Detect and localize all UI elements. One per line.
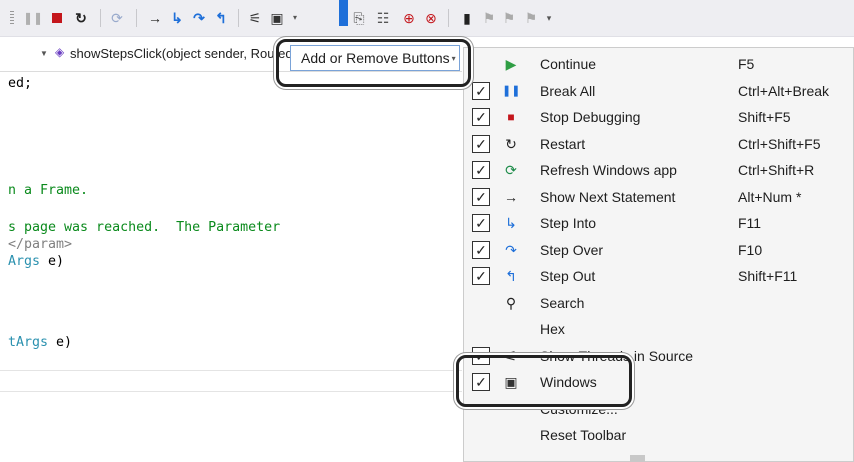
menu-item-label: Step Into (540, 215, 597, 231)
continue-icon: ▶ (505, 56, 517, 72)
checkbox[interactable]: ✓ (472, 240, 490, 259)
toolbar-separator (100, 9, 101, 27)
pause-icon[interactable]: ❚❚ (23, 9, 43, 27)
toolbar-separator (448, 9, 449, 27)
next-bookmark-icon[interactable]: ⚑ (500, 9, 518, 27)
highlight-add-remove-buttons (276, 39, 471, 87)
menu-item-shortcut: Shift+F11 (738, 268, 798, 284)
stop-icon[interactable] (48, 9, 66, 27)
menu-item-step-over[interactable]: ✓ ↷ Step Over F10 (464, 238, 854, 264)
file-list-icon[interactable]: ☷ (374, 9, 392, 27)
code-line: </param> (8, 237, 73, 252)
menu-item-refresh-windows-app[interactable]: ✓ ⟳ Refresh Windows app Ctrl+Shift+R (464, 158, 854, 184)
toolbar-separator (238, 9, 239, 27)
toolbar-overflow-icon[interactable]: ▾ (540, 9, 558, 27)
restart-icon: ↻ (505, 135, 517, 152)
refresh-icon: ⟳ (505, 162, 517, 178)
search-icon: ⚲ (505, 294, 517, 311)
file-icon[interactable]: ⎘ (350, 9, 368, 27)
menu-item-restart[interactable]: ✓ ↻ Restart Ctrl+Shift+F5 (464, 132, 854, 158)
type-name: tArgs (8, 335, 49, 350)
windows-dropdown-icon[interactable]: ▾ (286, 9, 304, 27)
menu-item-shortcut: F11 (738, 215, 762, 231)
menu-item-label: Step Over (540, 241, 604, 258)
menu-item-shortcut: Shift+F5 (738, 109, 791, 125)
code-line: s page was reached. The Parameter (8, 220, 281, 235)
menu-item-shortcut: Ctrl+Shift+F5 (738, 135, 821, 152)
checkbox[interactable]: ✓ (472, 267, 490, 285)
menu-item-label: Restart (540, 135, 586, 152)
toggle-bookmark-icon[interactable]: ▮ (458, 9, 476, 27)
method-icon: ◈ (55, 45, 65, 59)
menu-item-break-all[interactable]: ✓ ❚❚ Break All Ctrl+Alt+Break (464, 79, 854, 105)
checkbox[interactable]: ✓ (472, 161, 490, 179)
checkbox[interactable]: ✓ (472, 214, 490, 232)
windows-icon[interactable]: ▣ (268, 9, 286, 27)
step-over-icon[interactable]: ↷ (190, 9, 208, 27)
checkbox[interactable]: ✓ (472, 187, 490, 206)
menu-item-reset-toolbar[interactable]: Reset Toolbar (464, 423, 854, 449)
menu-item-step-out[interactable]: ✓ ↰ Step Out Shift+F11 (464, 264, 854, 290)
checkbox[interactable]: ✓ (472, 81, 490, 100)
code-text: e) (48, 335, 73, 350)
arrow-right-icon: → (504, 188, 518, 205)
code-line: Args e) (8, 253, 64, 271)
highlight-windows-item (456, 355, 632, 407)
menu-item-show-next-statement[interactable]: ✓ → Show Next Statement Alt+Num * (464, 185, 854, 211)
remove-breakpoint-icon[interactable]: ⊗ (422, 9, 440, 27)
prev-bookmark-icon[interactable]: ⚑ (480, 9, 498, 27)
code-line: tArgs e) (8, 334, 72, 352)
code-line: n a Frame. (8, 183, 89, 198)
code-editor[interactable]: ▼ ◈ showStepsClick(object sender, Routed… (0, 37, 462, 462)
menu-item-shortcut: Ctrl+Shift+R (738, 162, 815, 178)
menu-item-label: Stop Debugging (540, 109, 641, 125)
step-into-icon: ↳ (505, 215, 517, 231)
toolbar-grip[interactable] (10, 11, 14, 25)
menu-item-hex[interactable]: Hex (464, 317, 854, 343)
show-threads-in-source-icon[interactable]: ⚟ (246, 9, 264, 27)
chevron-down-icon[interactable]: ▼ (40, 49, 48, 58)
checkbox[interactable]: ✓ (472, 134, 490, 153)
code-text: e) (40, 254, 65, 269)
step-out-icon[interactable]: ↰ (212, 9, 230, 27)
scrollbar[interactable] (630, 455, 645, 462)
menu-item-label: Continue (540, 56, 597, 72)
menu-item-label: Search (540, 294, 585, 311)
insert-breakpoint-icon[interactable]: ⊕ (400, 9, 418, 27)
stop-icon: ■ (507, 110, 515, 124)
menu-item-label: Break All (540, 82, 596, 99)
menu-item-shortcut: Alt+Num * (738, 188, 802, 205)
menu-item-search[interactable]: ⚲ Search (464, 291, 854, 317)
menu-item-shortcut: F5 (738, 56, 755, 72)
menu-item-shortcut: Ctrl+Alt+Break (738, 82, 830, 99)
restart-icon[interactable]: ↻ (72, 9, 90, 27)
menu-item-label: Refresh Windows app (540, 162, 677, 178)
type-name: Args (8, 254, 41, 269)
show-next-statement-icon[interactable]: → (146, 9, 164, 27)
clear-bookmarks-icon[interactable]: ⚑ (522, 9, 540, 27)
menu-item-label: Hex (540, 321, 565, 337)
menu-item-continue[interactable]: ▶ Continue F5 (464, 52, 854, 78)
menu-item-step-into[interactable]: ✓ ↳ Step Into F11 (464, 211, 854, 237)
pause-icon: ❚❚ (502, 84, 521, 97)
step-into-icon[interactable]: ↳ (168, 9, 186, 27)
toolbar-separator (136, 9, 137, 27)
divider (0, 391, 462, 392)
debug-toolbar: ❚❚ ↻ ⟳ → ↳ ↷ ↰ ⚟ ▣ ▾ ⎘ ☷ ⊕ ⊗ ▮ ⚑ ⚑ ⚑ ▾ (0, 0, 854, 37)
refresh-windows-app-icon[interactable]: ⟳ (108, 9, 126, 27)
menu-item-shortcut: F10 (738, 241, 763, 258)
menu-item-stop-debugging[interactable]: ✓ ■ Stop Debugging Shift+F5 (464, 105, 854, 131)
divider (0, 370, 462, 371)
checkbox[interactable]: ✓ (472, 108, 490, 126)
step-out-icon: ↰ (505, 268, 517, 284)
menu-item-label: Show Next Statement (540, 188, 676, 205)
step-over-icon: ↷ (505, 241, 517, 258)
code-line: ed; (8, 76, 33, 91)
menu-item-label: Step Out (540, 268, 596, 284)
menu-item-label: Reset Toolbar (540, 427, 627, 443)
